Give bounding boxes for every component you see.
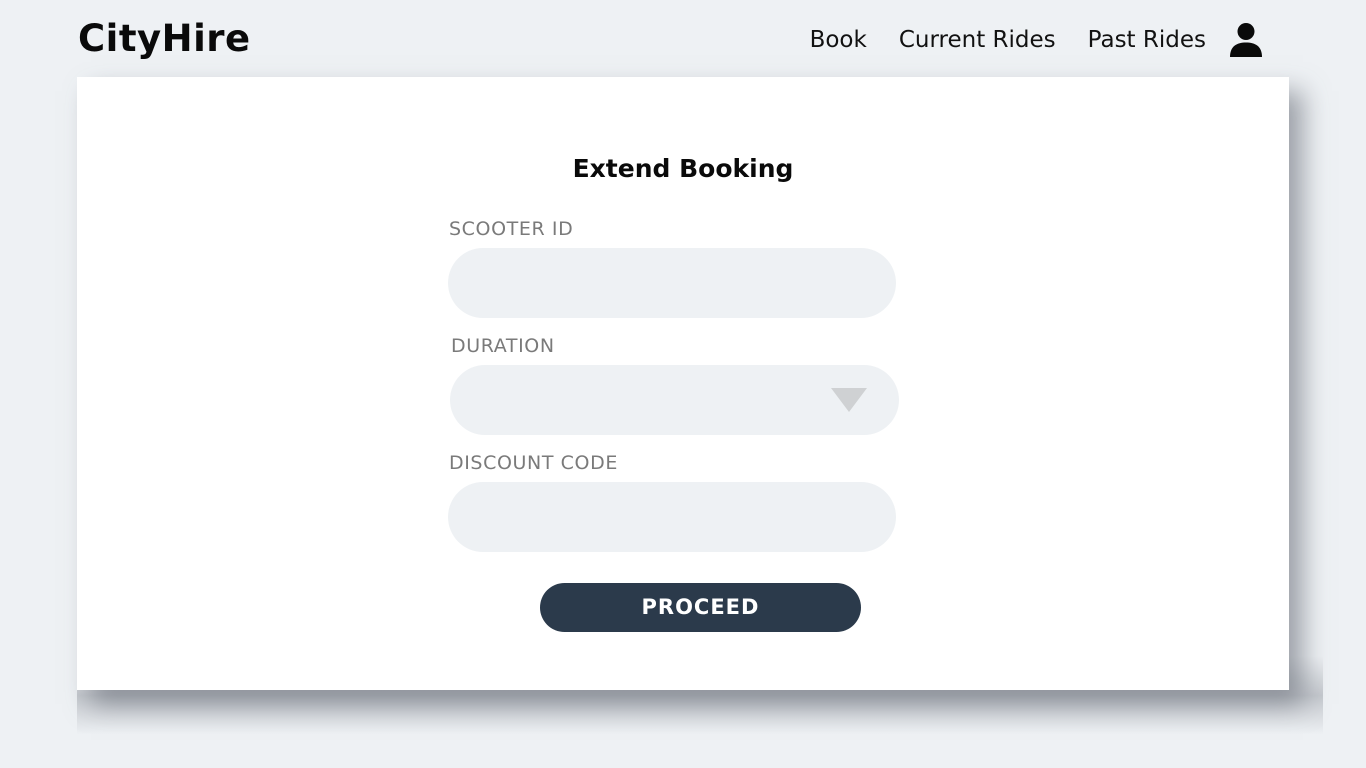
proceed-button[interactable]: PROCEED: [540, 583, 861, 632]
user-icon[interactable]: [1228, 22, 1264, 58]
app-logo[interactable]: CityHire: [78, 16, 251, 62]
nav-link-past-rides[interactable]: Past Rides: [1088, 22, 1206, 58]
main-nav: Book Current Rides Past Rides: [810, 22, 1264, 58]
duration-select[interactable]: [450, 365, 899, 435]
nav-link-current-rides[interactable]: Current Rides: [899, 22, 1056, 58]
duration-label: DURATION: [451, 335, 555, 357]
top-nav-bar: CityHire Book Current Rides Past Rides: [0, 0, 1366, 77]
discount-code-input[interactable]: [448, 482, 896, 552]
nav-link-book[interactable]: Book: [810, 22, 867, 58]
page-title: Extend Booking: [572, 154, 794, 183]
scooter-id-input[interactable]: [448, 248, 896, 318]
discount-code-label: DISCOUNT CODE: [449, 452, 618, 474]
user-icon-graphic: [1230, 23, 1262, 57]
scooter-id-label: SCOOTER ID: [449, 218, 574, 240]
dropdown-arrow-icon: [831, 388, 867, 412]
